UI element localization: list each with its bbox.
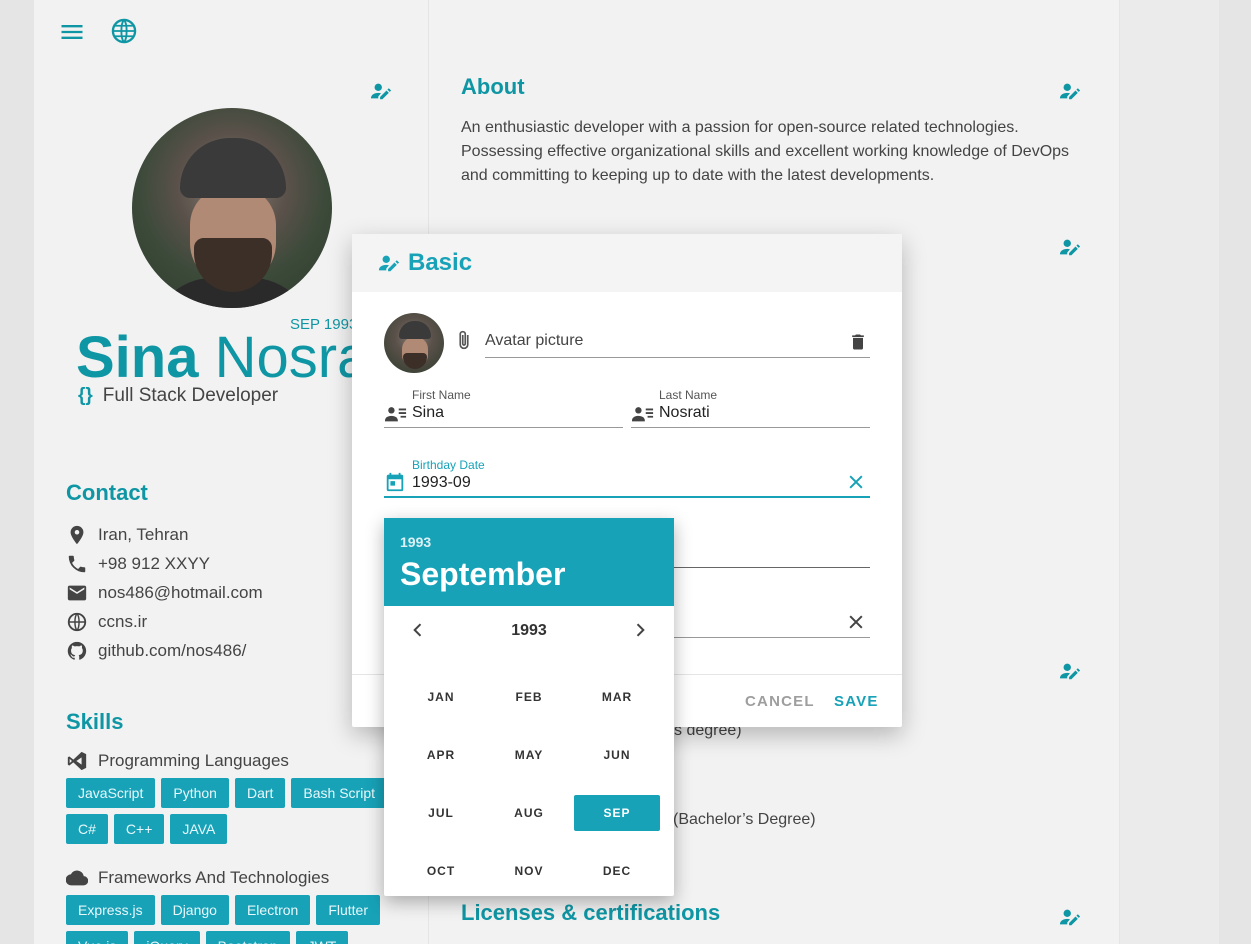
email-icon xyxy=(66,582,98,604)
skill-chip: Bootstrap xyxy=(205,931,290,944)
obscured-field[interactable] xyxy=(674,540,870,568)
menu-icon[interactable] xyxy=(58,18,86,46)
skills-heading: Skills xyxy=(66,709,124,734)
contact-heading: Contact xyxy=(66,480,148,505)
code-braces-icon: {} xyxy=(78,385,93,406)
month-grid: JAN FEB MAR APR MAY JUN JUL AUG SEP OCT … xyxy=(398,668,660,900)
edit-person-icon xyxy=(378,252,400,274)
skill-chip-list: Express.js Django Electron Flutter Vue.j… xyxy=(66,895,396,944)
birthday-field[interactable]: Birthday Date 1993-09 xyxy=(384,458,870,498)
licenses-heading: Licenses & certifications xyxy=(461,900,721,925)
delete-icon[interactable] xyxy=(848,332,868,352)
skill-chip: JavaScript xyxy=(66,778,156,808)
github-icon xyxy=(66,640,98,662)
skill-chip: C++ xyxy=(113,814,165,844)
month-aug[interactable]: AUG xyxy=(486,784,572,842)
month-dec[interactable]: DEC xyxy=(574,842,660,900)
language-globe-icon[interactable] xyxy=(110,17,138,45)
skill-chip: Bash Script xyxy=(291,778,387,808)
phone-icon xyxy=(66,553,98,575)
first-name-field[interactable]: First Name Sina xyxy=(384,388,623,428)
skill-chip: C# xyxy=(66,814,108,844)
month-jan[interactable]: JAN xyxy=(398,668,484,726)
edit-licenses-icon[interactable] xyxy=(1059,906,1081,928)
right-margin xyxy=(1120,0,1219,944)
picker-header-month: September xyxy=(400,556,566,592)
contact-item: Iran, Tehran xyxy=(66,520,263,549)
contact-item: nos486@hotmail.com xyxy=(66,578,263,607)
avatar-preview xyxy=(384,313,444,373)
skill-chip: Flutter xyxy=(316,895,380,925)
first-name-label: First Name xyxy=(412,388,471,402)
birthday-label: Birthday Date xyxy=(412,458,485,472)
skill-chip: Vue.js xyxy=(66,931,129,944)
month-may[interactable]: MAY xyxy=(486,726,572,784)
location-icon xyxy=(66,524,98,546)
avatar-file-input[interactable]: Avatar picture xyxy=(485,326,870,358)
month-jun[interactable]: JUN xyxy=(574,726,660,784)
first-name-value: Sina xyxy=(412,404,445,421)
skill-category: Frameworks And Technologies xyxy=(66,867,329,889)
skill-category: Programming Languages xyxy=(66,750,289,772)
clear-icon[interactable] xyxy=(846,612,866,637)
cancel-button[interactable]: CANCEL xyxy=(745,693,815,710)
skill-chip: jQuery xyxy=(134,931,200,944)
save-button[interactable]: SAVE xyxy=(834,693,879,710)
skill-chip: Django xyxy=(160,895,229,925)
skill-chip: JAVA xyxy=(170,814,228,844)
picker-header: 1993 September xyxy=(384,518,674,606)
contact-list: Iran, Tehran +98 912 XXYY nos486@hotmail… xyxy=(66,520,263,665)
avatar-placeholder: Avatar picture xyxy=(485,332,584,349)
contact-item: github.com/nos486/ xyxy=(66,636,263,665)
skill-chip: Electron xyxy=(234,895,311,925)
edit-education-icon[interactable] xyxy=(1059,660,1081,682)
month-feb[interactable]: FEB xyxy=(486,668,572,726)
skill-chip: JWT xyxy=(295,931,349,944)
month-apr[interactable]: APR xyxy=(398,726,484,784)
about-heading: About xyxy=(461,74,525,99)
edit-profile-icon[interactable] xyxy=(370,80,392,102)
job-title: {} Full Stack Developer xyxy=(78,385,278,407)
profile-name: Sina Nosrati xyxy=(76,326,398,390)
month-picker: 1993 September 1993 JAN FEB MAR APR MAY … xyxy=(384,518,674,896)
month-jul[interactable]: JUL xyxy=(398,784,484,842)
cloud-icon xyxy=(66,867,88,889)
dialog-header: Basic xyxy=(352,234,902,292)
skill-chip: Dart xyxy=(234,778,286,808)
vscode-icon xyxy=(66,750,88,772)
obscured-field[interactable] xyxy=(674,610,870,638)
last-name-label: Last Name xyxy=(659,388,718,402)
picker-header-year[interactable]: 1993 xyxy=(400,534,658,550)
chevron-right-icon[interactable] xyxy=(630,620,650,640)
subject-person-icon xyxy=(384,403,408,425)
picker-year-nav: 1993 xyxy=(384,606,674,654)
edit-experience-icon[interactable] xyxy=(1059,236,1081,258)
month-sep[interactable]: SEP xyxy=(574,784,660,842)
last-name-value: Nosrati xyxy=(659,404,710,421)
profile-avatar xyxy=(132,108,332,308)
contact-item: ccns.ir xyxy=(66,607,263,636)
dialog-title: Basic xyxy=(408,249,473,276)
calendar-icon xyxy=(384,471,406,493)
skill-chip: Express.js xyxy=(66,895,155,925)
globe-icon xyxy=(66,611,98,633)
about-text: An enthusiastic developer with a passion… xyxy=(461,119,1070,184)
clear-icon[interactable] xyxy=(846,472,866,497)
last-name-field[interactable]: Last Name Nosrati xyxy=(631,388,870,428)
skill-chip: Python xyxy=(161,778,229,808)
month-oct[interactable]: OCT xyxy=(398,842,484,900)
job-title-text: Full Stack Developer xyxy=(102,385,279,406)
subject-person-icon xyxy=(631,403,655,425)
contact-item: +98 912 XXYY xyxy=(66,549,263,578)
first-name: Sina xyxy=(76,325,199,390)
month-mar[interactable]: MAR xyxy=(574,668,660,726)
skill-chip-list: JavaScript Python Dart Bash Script C# C+… xyxy=(66,778,396,844)
attach-icon[interactable] xyxy=(454,330,474,350)
birthday-value: 1993-09 xyxy=(412,474,471,491)
month-nov[interactable]: NOV xyxy=(486,842,572,900)
edit-about-icon[interactable] xyxy=(1059,80,1081,102)
